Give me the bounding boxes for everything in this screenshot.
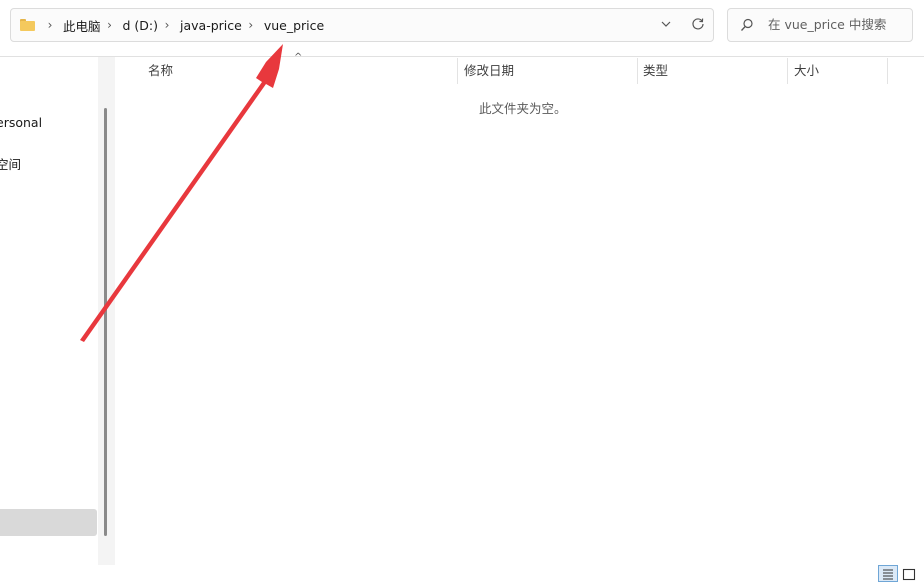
breadcrumb-separator-icon[interactable]: › — [247, 18, 255, 32]
nav-scrollbar-thumb[interactable] — [104, 108, 107, 536]
column-divider[interactable] — [787, 58, 788, 84]
nav-item-personal[interactable]: ersonal — [0, 115, 42, 130]
column-divider[interactable] — [457, 58, 458, 84]
breadcrumb-vue-price[interactable]: vue_price — [262, 18, 326, 33]
sort-ascending-icon: ^ — [294, 52, 303, 63]
search-input[interactable]: 在 vue_price 中搜索 — [727, 8, 913, 42]
folder-icon — [20, 19, 35, 31]
column-header-type[interactable]: 类型 — [643, 58, 668, 84]
breadcrumb-separator-icon[interactable]: › — [163, 18, 171, 32]
details-view-icon[interactable] — [878, 565, 898, 582]
chevron-down-icon[interactable] — [659, 17, 673, 31]
breadcrumb-drive-d[interactable]: d (D:) — [121, 18, 161, 33]
nav-item-space[interactable]: 空间 — [0, 154, 21, 173]
search-placeholder: 在 vue_price 中搜索 — [768, 17, 887, 32]
breadcrumb: › 此电脑 › d (D:) › java-price › vue_price — [43, 9, 326, 41]
column-divider[interactable] — [887, 58, 888, 84]
column-divider[interactable] — [637, 58, 638, 84]
breadcrumb-java-price[interactable]: java-price — [178, 18, 244, 33]
column-header-modified[interactable]: 修改日期 — [464, 58, 514, 84]
column-header-name[interactable]: 名称 — [148, 58, 173, 84]
toolbar: › 此电脑 › d (D:) › java-price › vue_price — [0, 0, 924, 57]
breadcrumb-separator-icon[interactable]: › — [46, 18, 54, 32]
tiles-view-icon[interactable] — [902, 567, 916, 581]
refresh-icon[interactable] — [691, 17, 705, 31]
breadcrumb-this-pc[interactable]: 此电脑 — [61, 16, 103, 35]
nav-item-selected[interactable] — [0, 509, 97, 536]
address-bar[interactable]: › 此电脑 › d (D:) › java-price › vue_price — [10, 8, 714, 42]
annotation-arrow — [80, 44, 283, 342]
breadcrumb-separator-icon[interactable]: › — [106, 18, 114, 32]
empty-folder-message: 此文件夹为空。 — [479, 101, 567, 116]
column-header-size[interactable]: 大小 — [794, 58, 819, 84]
search-icon — [740, 18, 754, 32]
navigation-pane: ersonal 空间 — [0, 57, 98, 565]
